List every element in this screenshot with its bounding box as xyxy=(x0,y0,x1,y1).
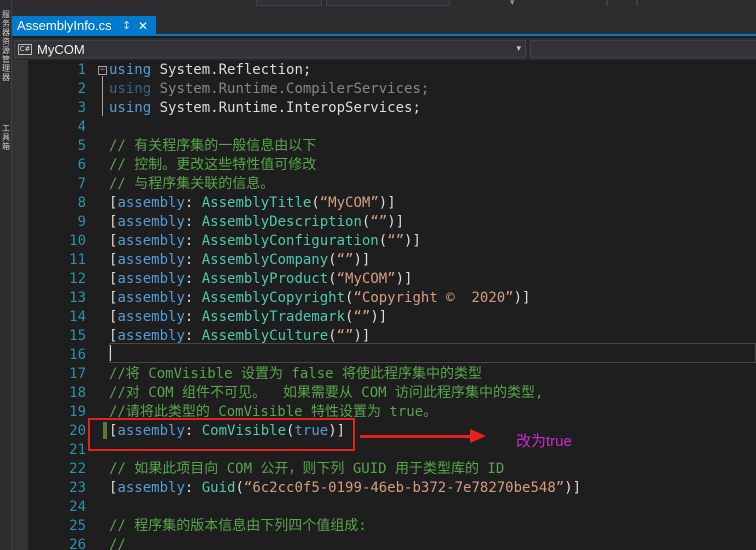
arrow-right-icon xyxy=(470,429,486,443)
line-number: 13 xyxy=(69,290,86,306)
line-number: 6 xyxy=(77,157,86,173)
code-line-10[interactable]: [assembly: AssemblyConfiguration(“”)] xyxy=(109,232,421,251)
code-line-13[interactable]: [assembly: AssemblyCopyright(“Copyright … xyxy=(109,289,530,308)
line-number: 4 xyxy=(77,119,86,135)
line-number: 25 xyxy=(69,518,86,534)
line-number: 11 xyxy=(69,252,86,268)
tab-assemblyinfo[interactable]: AssemblyInfo.cs ↕ ✕ xyxy=(12,16,156,36)
line-number: 16 xyxy=(69,347,86,363)
member-dropdown[interactable] xyxy=(530,40,756,58)
code-line-25[interactable]: // 程序集的版本信息由下列四个值组成: xyxy=(109,517,367,536)
line-number: 20 xyxy=(69,423,86,439)
project-name: MyCOM xyxy=(37,42,85,57)
line-number: 1 xyxy=(77,62,86,78)
code-line-8[interactable]: [assembly: AssemblyTitle(“MyCOM”)] xyxy=(109,194,396,213)
line-number: 26 xyxy=(69,537,86,550)
code-line-11[interactable]: [assembly: AssemblyCompany(“”)] xyxy=(109,251,370,270)
toolbar-combo-1[interactable] xyxy=(256,0,322,6)
line-number: 10 xyxy=(69,233,86,249)
code-line-6[interactable]: // 控制。更改这些特性值可修改 xyxy=(109,156,316,175)
code-editor[interactable]: 1 2 3 4 5 6 7 8 9 10 11 12 13 14 15 16 1… xyxy=(12,60,756,550)
line-number: 3 xyxy=(77,100,86,116)
code-line-3[interactable]: using System.Runtime.InteropServices; xyxy=(109,99,421,118)
line-number: 15 xyxy=(69,328,86,344)
collapse-toggle-icon[interactable]: − xyxy=(98,66,107,75)
line-number: 19 xyxy=(69,404,86,420)
line-number: 23 xyxy=(69,480,86,496)
tab-title: AssemblyInfo.cs xyxy=(17,18,112,33)
line-number: 17 xyxy=(69,366,86,382)
csharp-project-icon: C# xyxy=(18,44,32,55)
code-line-7[interactable]: // 与程序集关联的信息。 xyxy=(109,175,274,194)
pin-icon[interactable]: ↕ xyxy=(122,16,131,36)
glyph-margin[interactable] xyxy=(12,60,28,550)
annotation-highlight-box xyxy=(88,418,355,451)
code-line-15[interactable]: [assembly: AssemblyCulture(“”)] xyxy=(109,327,370,346)
line-number: 5 xyxy=(77,138,86,154)
code-line-23[interactable]: [assembly: Guid(“6c2cc0f5-0199-46eb-b372… xyxy=(109,479,581,498)
document-tab-bar: AssemblyInfo.cs ↕ ✕ xyxy=(12,16,756,36)
text-caret xyxy=(110,345,111,361)
line-number: 22 xyxy=(69,461,86,477)
line-number: 9 xyxy=(77,214,86,230)
toolbar-separator xyxy=(606,0,608,6)
navigation-bar: C# MyCOM ▾ xyxy=(12,38,756,60)
chevron-down-icon[interactable]: ▾ xyxy=(516,41,521,58)
line-number: 21 xyxy=(69,442,86,458)
code-line-1[interactable]: using System.Reflection; xyxy=(109,61,311,80)
code-line-9[interactable]: [assembly: AssemblyDescription(“”)] xyxy=(109,213,404,232)
outline-guide xyxy=(102,76,103,116)
current-line-highlight xyxy=(109,343,756,363)
code-line-5[interactable]: // 有关程序集的一般信息由以下 xyxy=(109,137,316,156)
line-number: 12 xyxy=(69,271,86,287)
toolbar-strip: ▾ xyxy=(0,0,756,16)
code-line-18[interactable]: //对 COM 组件不可见。 如果需要从 COM 访问此程序集中的类型, xyxy=(109,384,543,403)
line-number-gutter: 1 2 3 4 5 6 7 8 9 10 11 12 13 14 15 16 1… xyxy=(28,60,100,550)
line-number: 18 xyxy=(69,385,86,401)
toolbar-arrow-icon[interactable]: ▾ xyxy=(510,0,515,8)
toolbar-combo-2[interactable] xyxy=(326,0,450,6)
close-icon[interactable]: ✕ xyxy=(138,16,148,36)
code-line-2[interactable]: using System.Runtime.CompilerServices; xyxy=(109,80,429,99)
code-line-12[interactable]: [assembly: AssemblyProduct(“MyCOM”)] xyxy=(109,270,412,289)
server-explorer-tab[interactable]: 服务器资源管理器 xyxy=(1,10,11,82)
code-line-22[interactable]: // 如果此项目向 COM 公开，则下列 GUID 用于类型库的 ID xyxy=(109,460,504,479)
line-number: 2 xyxy=(77,81,86,97)
line-number: 14 xyxy=(69,309,86,325)
line-number: 7 xyxy=(77,176,86,192)
annotation-arrow-line xyxy=(360,435,472,438)
annotation-note: 改为true xyxy=(516,433,572,450)
toolbar-separator xyxy=(636,0,638,6)
project-dropdown[interactable]: C# MyCOM ▾ xyxy=(14,40,526,58)
line-number: 8 xyxy=(77,195,86,211)
code-line-26[interactable]: // xyxy=(109,536,126,550)
left-tool-strip: 服务器资源管理器 工具箱 xyxy=(0,0,12,550)
code-line-17[interactable]: //将 ComVisible 设置为 false 将使此程序集中的类型 xyxy=(109,365,482,384)
code-line-14[interactable]: [assembly: AssemblyTrademark(“”)] xyxy=(109,308,387,327)
line-number: 24 xyxy=(69,499,86,515)
toolbox-tab[interactable]: 工具箱 xyxy=(1,124,11,151)
